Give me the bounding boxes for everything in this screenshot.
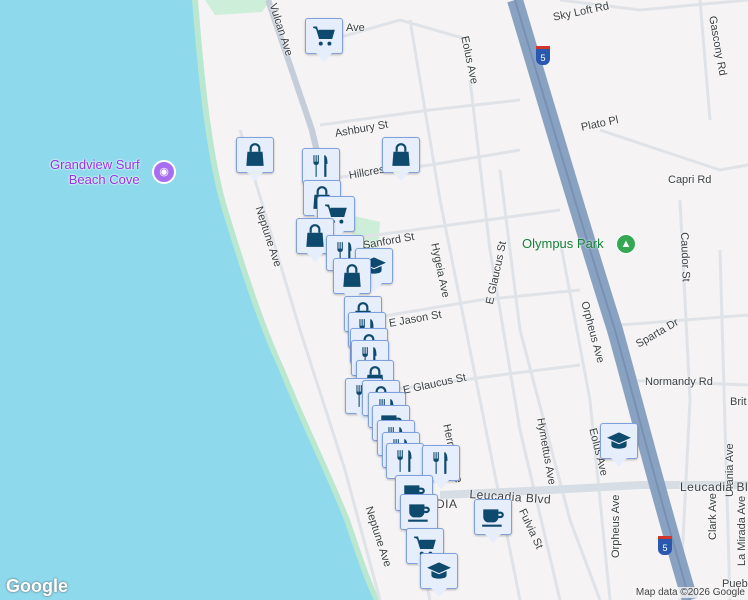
tree-icon[interactable]: ▲: [616, 234, 636, 254]
interstate-shield: 5: [536, 46, 550, 65]
street-label: Brit: [730, 396, 747, 408]
street-label: Orpheus Ave: [610, 494, 622, 558]
poi-name: Beach Cove: [68, 172, 140, 187]
marker-coffee[interactable]: [400, 494, 438, 538]
bag-icon: [242, 142, 268, 168]
camera-icon[interactable]: ◉: [152, 160, 176, 184]
interstate-shield: 5: [658, 536, 672, 555]
street-label: Clark Ave: [707, 493, 719, 540]
marker-school[interactable]: [600, 423, 638, 467]
street-label: Leucadia Blvd: [680, 480, 748, 494]
street-label: Ave: [346, 22, 365, 34]
marker-school[interactable]: [420, 553, 458, 597]
park-label[interactable]: Olympus Park: [522, 236, 604, 251]
cart-icon: [311, 23, 337, 49]
marker-cart[interactable]: [305, 18, 343, 62]
marker-food[interactable]: [386, 443, 424, 487]
coffee-icon: [480, 504, 506, 530]
bag-icon: [388, 142, 414, 168]
street-label: Normandy Rd: [645, 376, 713, 388]
street-label: Caudor St: [678, 232, 692, 282]
marker-food[interactable]: [302, 148, 340, 192]
area-label: DIA: [436, 497, 458, 511]
food-icon: [392, 448, 418, 474]
school-icon: [426, 558, 452, 584]
map-attribution[interactable]: Map data ©2026 Google: [632, 587, 748, 598]
street-label: Capri Rd: [668, 174, 712, 186]
food-icon: [308, 153, 334, 179]
street-label: La Mirada Ave: [736, 495, 748, 566]
marker-bag[interactable]: [333, 258, 371, 302]
school-icon: [606, 428, 632, 454]
bag-icon: [339, 263, 365, 289]
poi-name: Grandview Surf: [50, 157, 140, 172]
poi-grandview-surf-beach-cove[interactable]: Grandview Surf Beach Cove: [50, 157, 140, 187]
google-logo: Google: [6, 576, 68, 596]
marker-coffee[interactable]: [474, 499, 512, 543]
marker-bag[interactable]: [236, 137, 274, 181]
food-icon: [428, 450, 454, 476]
bag-icon: [302, 223, 328, 249]
marker-bag[interactable]: [382, 137, 420, 181]
coffee-icon: [406, 499, 432, 525]
